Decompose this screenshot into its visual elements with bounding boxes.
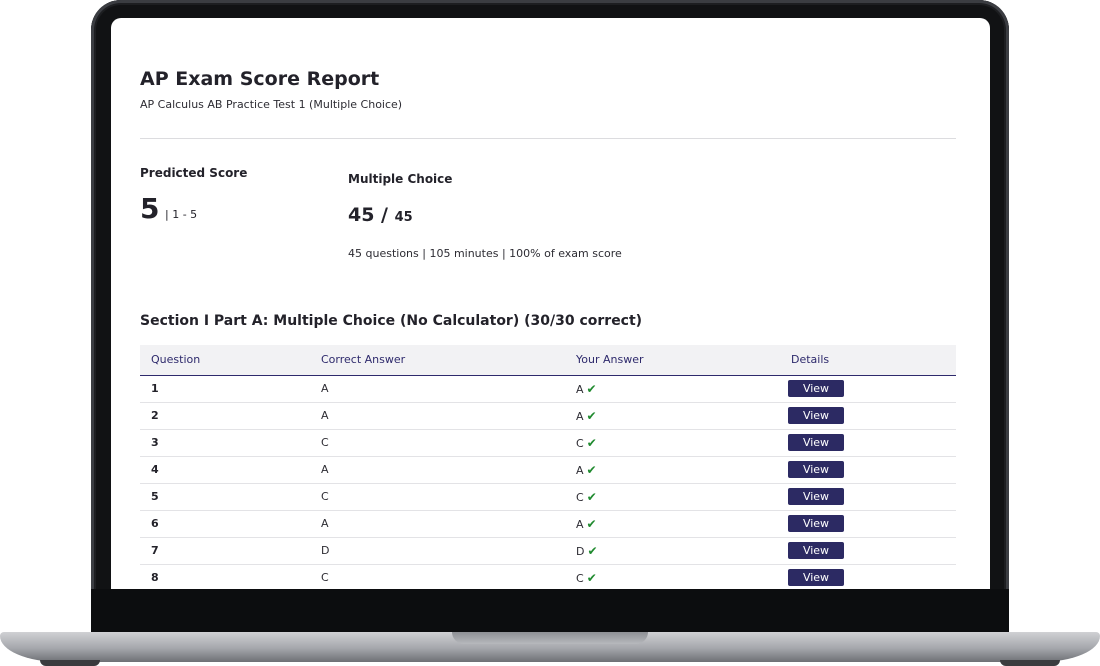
your-answer-cell: C ✔ [565,483,780,511]
laptop-notch [452,632,648,644]
correct-answer: C [310,429,565,457]
checkmark-icon: ✔ [586,408,597,423]
section-title: Section I Part A: Multiple Choice (No Ca… [140,313,643,329]
view-button[interactable]: View [788,407,844,424]
details-cell: View [780,402,956,430]
question-number: 3 [140,429,310,457]
your-answer-cell: C ✔ [565,564,780,589]
page-title: AP Exam Score Report [140,68,380,90]
checkmark-icon: ✔ [586,435,597,450]
table-row: 1 A A ✔ View [140,375,956,403]
checkmark-icon: ✔ [586,570,597,585]
correct-answer: A [310,402,565,430]
answers-table: Question Correct Answer Your Answer Deta… [140,345,956,589]
correct-answer: A [310,456,565,484]
predicted-score-range: | 1 - 5 [165,208,198,221]
view-button[interactable]: View [788,380,844,397]
divider [140,138,956,139]
checkmark-icon: ✔ [586,381,597,396]
checkmark-icon: ✔ [586,489,597,504]
question-number: 6 [140,510,310,538]
details-cell: View [780,510,956,538]
multiple-choice-info: 45 questions | 105 minutes | 100% of exa… [348,247,622,260]
multiple-choice-score: 45 / 45 [348,204,413,226]
your-answer-cell: A ✔ [565,402,780,430]
checkmark-icon: ✔ [586,462,597,477]
your-answer: C [576,490,584,504]
correct-answer: C [310,564,565,589]
question-number: 2 [140,402,310,430]
column-header-question: Question [140,345,310,376]
table-row: 2 A A ✔ View [140,402,956,430]
predicted-score-value: 5 [140,192,160,225]
question-number: 5 [140,483,310,511]
details-cell: View [780,483,956,511]
table-row: 4 A A ✔ View [140,456,956,484]
laptop-bezel [91,589,1009,636]
view-button[interactable]: View [788,515,844,532]
your-answer: A [576,382,584,396]
table-row: 8 C C ✔ View [140,564,956,589]
your-answer-cell: C ✔ [565,429,780,457]
details-cell: View [780,375,956,403]
checkmark-icon: ✔ [586,516,597,531]
multiple-choice-score-total: 45 [394,210,413,225]
your-answer: A [576,463,584,477]
correct-answer: D [310,537,565,565]
details-cell: View [780,429,956,457]
view-button[interactable]: View [788,542,844,559]
question-number: 8 [140,564,310,589]
page-subtitle: AP Calculus AB Practice Test 1 (Multiple… [140,98,403,111]
predicted-score-label: Predicted Score [140,166,248,180]
question-number: 4 [140,456,310,484]
multiple-choice-score-value: 45 / [348,204,388,226]
your-answer: D [576,544,585,558]
your-answer-cell: A ✔ [565,510,780,538]
correct-answer: A [310,510,565,538]
view-button[interactable]: View [788,434,844,451]
column-header-your-answer: Your Answer [565,345,780,376]
view-button[interactable]: View [788,569,844,586]
your-answer-cell: D ✔ [565,537,780,565]
column-header-details: Details [780,345,956,376]
details-cell: View [780,537,956,565]
question-number: 7 [140,537,310,565]
table-row: 6 A A ✔ View [140,510,956,538]
details-cell: View [780,456,956,484]
your-answer-cell: A ✔ [565,375,780,403]
details-cell: View [780,564,956,589]
laptop-foot-left [40,660,100,666]
correct-answer: A [310,375,565,403]
your-answer: A [576,409,584,423]
your-answer: C [576,571,584,585]
multiple-choice-label: Multiple Choice [348,172,453,186]
question-number: 1 [140,375,310,403]
table-row: 7 D D ✔ View [140,537,956,565]
your-answer: A [576,517,584,531]
your-answer-cell: A ✔ [565,456,780,484]
view-button[interactable]: View [788,488,844,505]
laptop-screen: AP Exam Score Report AP Calculus AB Prac… [111,18,990,589]
table-header-row: Question Correct Answer Your Answer Deta… [140,345,956,376]
table-row: 5 C C ✔ View [140,483,956,511]
checkmark-icon: ✔ [587,543,598,558]
column-header-correct-answer: Correct Answer [310,345,565,376]
table-row: 3 C C ✔ View [140,429,956,457]
correct-answer: C [310,483,565,511]
view-button[interactable]: View [788,461,844,478]
laptop-foot-right [1000,660,1060,666]
your-answer: C [576,436,584,450]
